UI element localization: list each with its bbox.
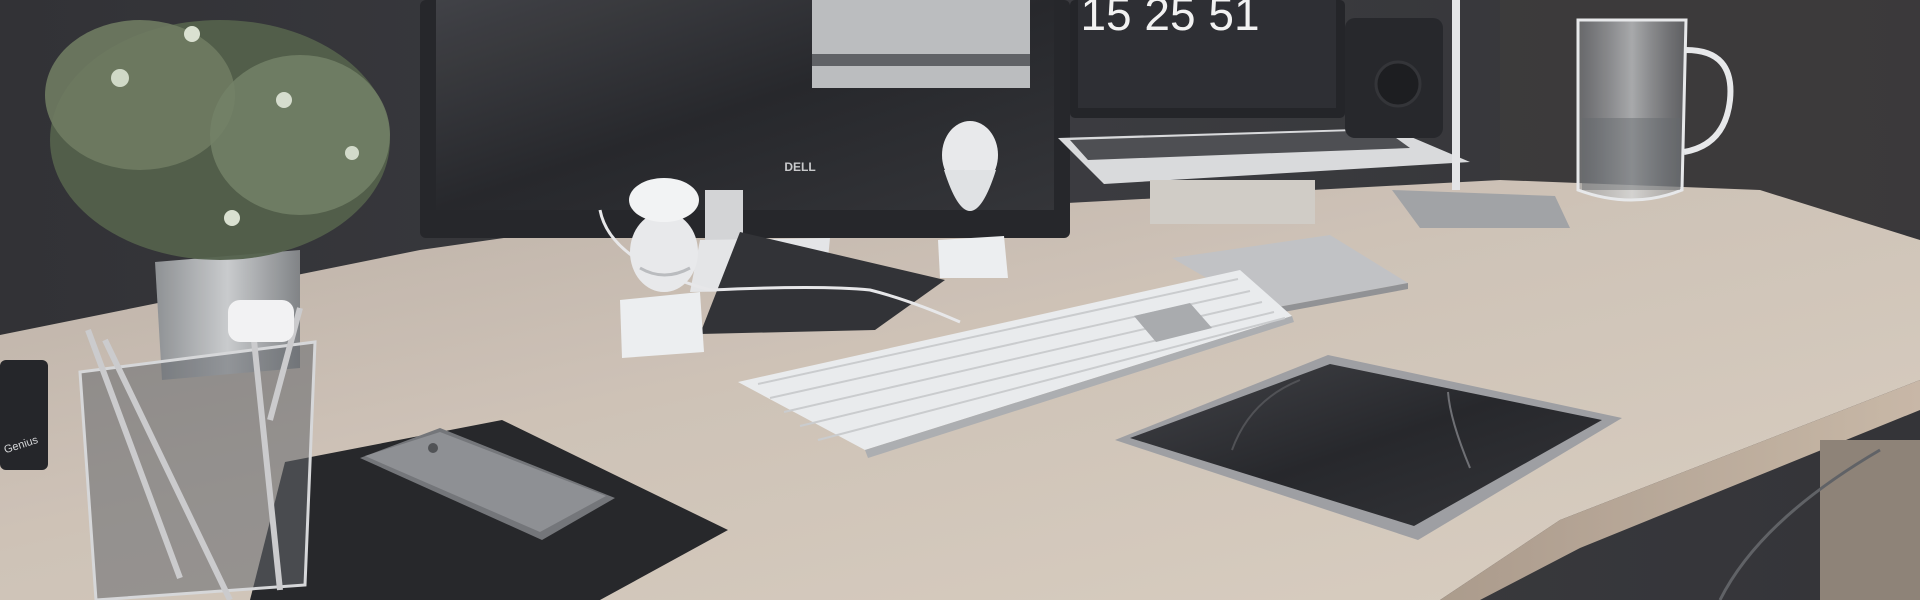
photo-fade [0, 0, 1920, 600]
desk-photo: DELL 15 25 51 Genius [0, 0, 1920, 600]
desk-scene-svg: DELL 15 25 51 Genius [0, 0, 1920, 600]
